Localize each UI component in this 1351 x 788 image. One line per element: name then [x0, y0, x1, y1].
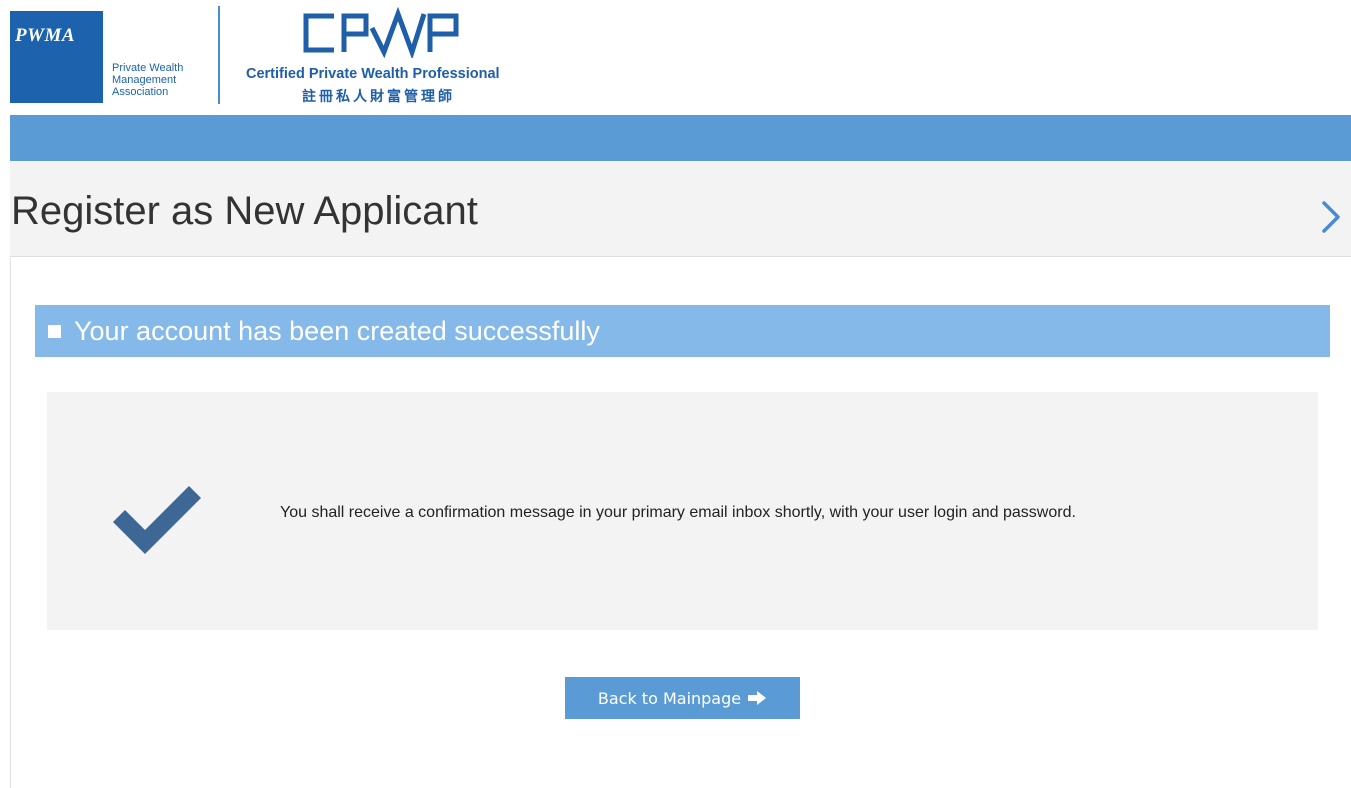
success-banner: Your account has been created successful… [35, 305, 1330, 357]
pwma-org-name: Private Wealth Management Association [112, 62, 184, 98]
confirmation-message: You shall receive a confirmation message… [280, 504, 1076, 521]
cpwp-chinese-title: 註冊私人財富管理師 [302, 88, 455, 104]
arrow-right-icon [748, 691, 767, 705]
cpwp-title: Certified Private Wealth Professional [246, 66, 500, 82]
square-bullet-icon [48, 325, 61, 338]
success-banner-text: Your account has been created successful… [74, 316, 600, 346]
back-button-label: Back to Mainpage [597, 688, 742, 708]
confirmation-message-box: You shall receive a confirmation message… [47, 392, 1318, 630]
checkmark-icon [113, 486, 201, 554]
logo-divider [218, 6, 220, 104]
page-title: Register as New Applicant [11, 189, 478, 233]
pwma-logo[interactable]: PWMA [10, 11, 103, 103]
cpwp-logo[interactable] [300, 6, 480, 58]
pwma-logo-text: PWMA [15, 25, 76, 46]
chevron-right-icon[interactable] [1316, 197, 1346, 237]
title-bar: Register as New Applicant [10, 161, 1351, 257]
site-header: PWMA Private Wealth Management Associati… [0, 0, 1351, 114]
nav-bar [10, 115, 1351, 161]
back-to-mainpage-button[interactable]: Back to Mainpage [565, 677, 800, 719]
main-panel: Your account has been created successful… [10, 258, 1351, 788]
